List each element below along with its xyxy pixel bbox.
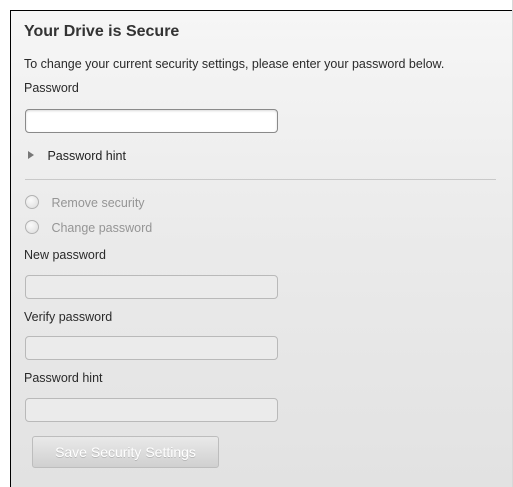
panel-title: Your Drive is Secure	[24, 23, 180, 40]
remove-security-label: Remove security	[51, 196, 145, 210]
verify-password-input[interactable]	[25, 336, 278, 360]
disclosure-triangle-icon	[28, 150, 34, 159]
new-password-label: New password	[24, 248, 106, 262]
change-password-label: Change password	[51, 221, 153, 235]
password-label: Password	[24, 81, 79, 95]
password-hint-input[interactable]	[25, 398, 278, 422]
password-hint-toggle-label: Password hint	[47, 149, 126, 163]
change-password-option[interactable]: Change password	[25, 219, 152, 237]
new-password-input[interactable]	[25, 275, 278, 299]
radio-button-icon	[25, 194, 39, 209]
password-input[interactable]	[25, 109, 278, 133]
instruction-text: To change your current security settings…	[24, 57, 445, 71]
password-hint-label: Password hint	[24, 371, 103, 385]
password-hint-toggle[interactable]: Password hint	[28, 147, 126, 165]
security-panel: Your Drive is Secure To change your curr…	[10, 10, 513, 487]
section-divider	[25, 179, 496, 180]
radio-button-icon	[25, 219, 39, 234]
remove-security-option[interactable]: Remove security	[25, 194, 145, 212]
verify-password-label: Verify password	[24, 310, 113, 324]
save-security-settings-button[interactable]: Save Security Settings	[32, 436, 219, 468]
